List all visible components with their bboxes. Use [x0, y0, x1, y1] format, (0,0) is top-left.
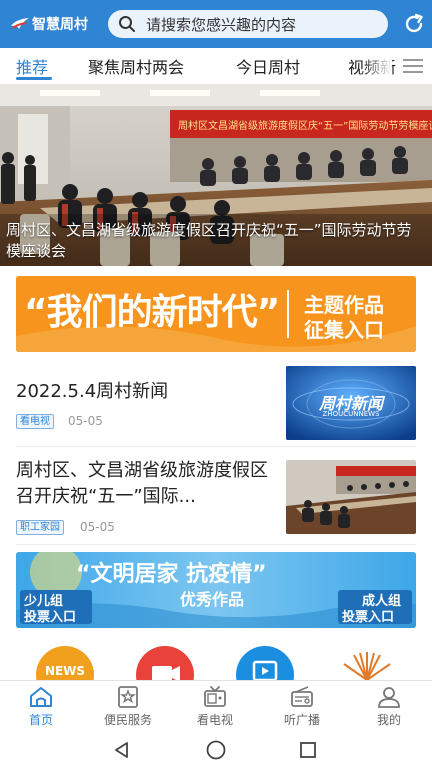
home-circle-icon[interactable] [205, 739, 227, 761]
tabs-fade [362, 48, 392, 84]
new-era-banner[interactable]: “我们的新时代” 主题作品 征集入口 [16, 276, 416, 352]
recents-icon[interactable] [298, 740, 318, 760]
news-title: 周村区、文昌湖省级旅游度假区召开庆祝“五一”国际... [16, 460, 268, 507]
news-shortcut-label: NEWS [44, 664, 86, 678]
tab-focus-two-sessions[interactable]: 聚焦周村两会 [88, 54, 184, 78]
new-era-title: “我们的新时代” [24, 292, 280, 333]
nav-radio-label: 听广播 [283, 713, 320, 727]
back-icon[interactable] [112, 740, 132, 760]
system-navigation-bar [0, 732, 432, 768]
home-icon [30, 687, 52, 707]
news-date: 05-05 [68, 414, 103, 428]
logo-mark-icon [11, 18, 29, 29]
nav-me[interactable]: 我的 [354, 685, 424, 728]
divider [16, 446, 416, 447]
news-thumbnail [286, 460, 416, 534]
nav-me-label: 我的 [376, 713, 401, 727]
radio-icon [291, 686, 313, 707]
news-item[interactable]: 周村区、文昌湖省级旅游度假区召开庆祝“五一”国际... 职工家园 05-05 [0, 452, 432, 542]
star-bookmark-icon [118, 686, 138, 708]
app-screen: 智慧周村 请搜索您感兴趣的内容 推荐 聚焦周村两会 今日周村 视频新 [0, 0, 432, 768]
refresh-icon[interactable] [402, 12, 426, 36]
tab-recommend[interactable]: 推荐 [16, 54, 48, 78]
nav-home-label: 首页 [28, 713, 53, 727]
tab-today-zhoucun[interactable]: 今日周村 [236, 54, 300, 78]
news-item[interactable]: 2022.5.4周村新闻 看电视 05-05 周村新闻 ZHOUCUNNEWS [0, 362, 432, 444]
hero-backdrop-text: 周村区文昌湖省级旅游度假区庆“五一”国际劳动节劳模座谈会 [178, 119, 432, 132]
news-thumbnail-art [286, 460, 416, 534]
menu-line [403, 59, 423, 61]
app-logo[interactable]: 智慧周村 [10, 14, 102, 34]
logo-text: 智慧周村 [32, 17, 88, 33]
news-date: 05-05 [80, 520, 115, 534]
civilized-home-banner[interactable]: “文明居家 抗疫情” 优秀作品 少儿组 投票入口 成人组 投票入口 [16, 552, 416, 628]
news-title: 2022.5.4周村新闻 [16, 381, 169, 402]
user-icon [378, 687, 400, 708]
channel-menu-button[interactable] [400, 56, 426, 76]
hero-caption: 周村区、文昌湖省级旅游度假区召开庆祝“五一”国际劳动节劳模座谈会 [6, 221, 412, 260]
children-vote-entry[interactable]: 投票入口 [24, 606, 76, 625]
search-placeholder: 请搜索您感兴趣的内容 [146, 15, 297, 34]
adult-vote-entry[interactable]: 投票入口 [342, 606, 394, 625]
menu-line [403, 65, 423, 67]
nav-home[interactable]: 首页 [6, 685, 76, 728]
nav-services[interactable]: 便民服务 [93, 685, 163, 728]
top-header: 智慧周村 请搜索您感兴趣的内容 [0, 0, 432, 48]
active-tab-indicator [16, 77, 52, 80]
search-box[interactable]: 请搜索您感兴趣的内容 [108, 10, 388, 38]
menu-line [403, 71, 423, 73]
nav-radio[interactable]: 听广播 [267, 685, 337, 728]
thumb-subtitle: ZHOUCUNNEWS [322, 410, 380, 418]
channel-tabs: 推荐 聚焦周村两会 今日周村 视频新 [0, 48, 432, 84]
news-thumbnail: 周村新闻 ZHOUCUNNEWS [286, 366, 416, 440]
divider [16, 544, 416, 545]
search-icon [119, 16, 135, 32]
bottom-navigation: 首页 便民服务 看电视 听广播 我的 [0, 680, 432, 732]
news-tag: 看电视 [16, 414, 54, 429]
tv-icon [204, 686, 226, 707]
new-era-right-line2: 征集入口 [304, 318, 384, 342]
civilized-subtitle: 优秀作品 [180, 590, 245, 609]
nav-tv[interactable]: 看电视 [180, 685, 250, 728]
hero-carousel[interactable]: 周村区文昌湖省级旅游度假区庆“五一”国际劳动节劳模座谈会 周村区、文昌湖省级旅游… [0, 84, 432, 266]
news-tag: 职工家园 [16, 520, 64, 535]
nav-services-label: 便民服务 [103, 713, 152, 727]
nav-tv-label: 看电视 [196, 713, 233, 727]
civilized-title: “文明居家 抗疫情” [76, 562, 267, 587]
